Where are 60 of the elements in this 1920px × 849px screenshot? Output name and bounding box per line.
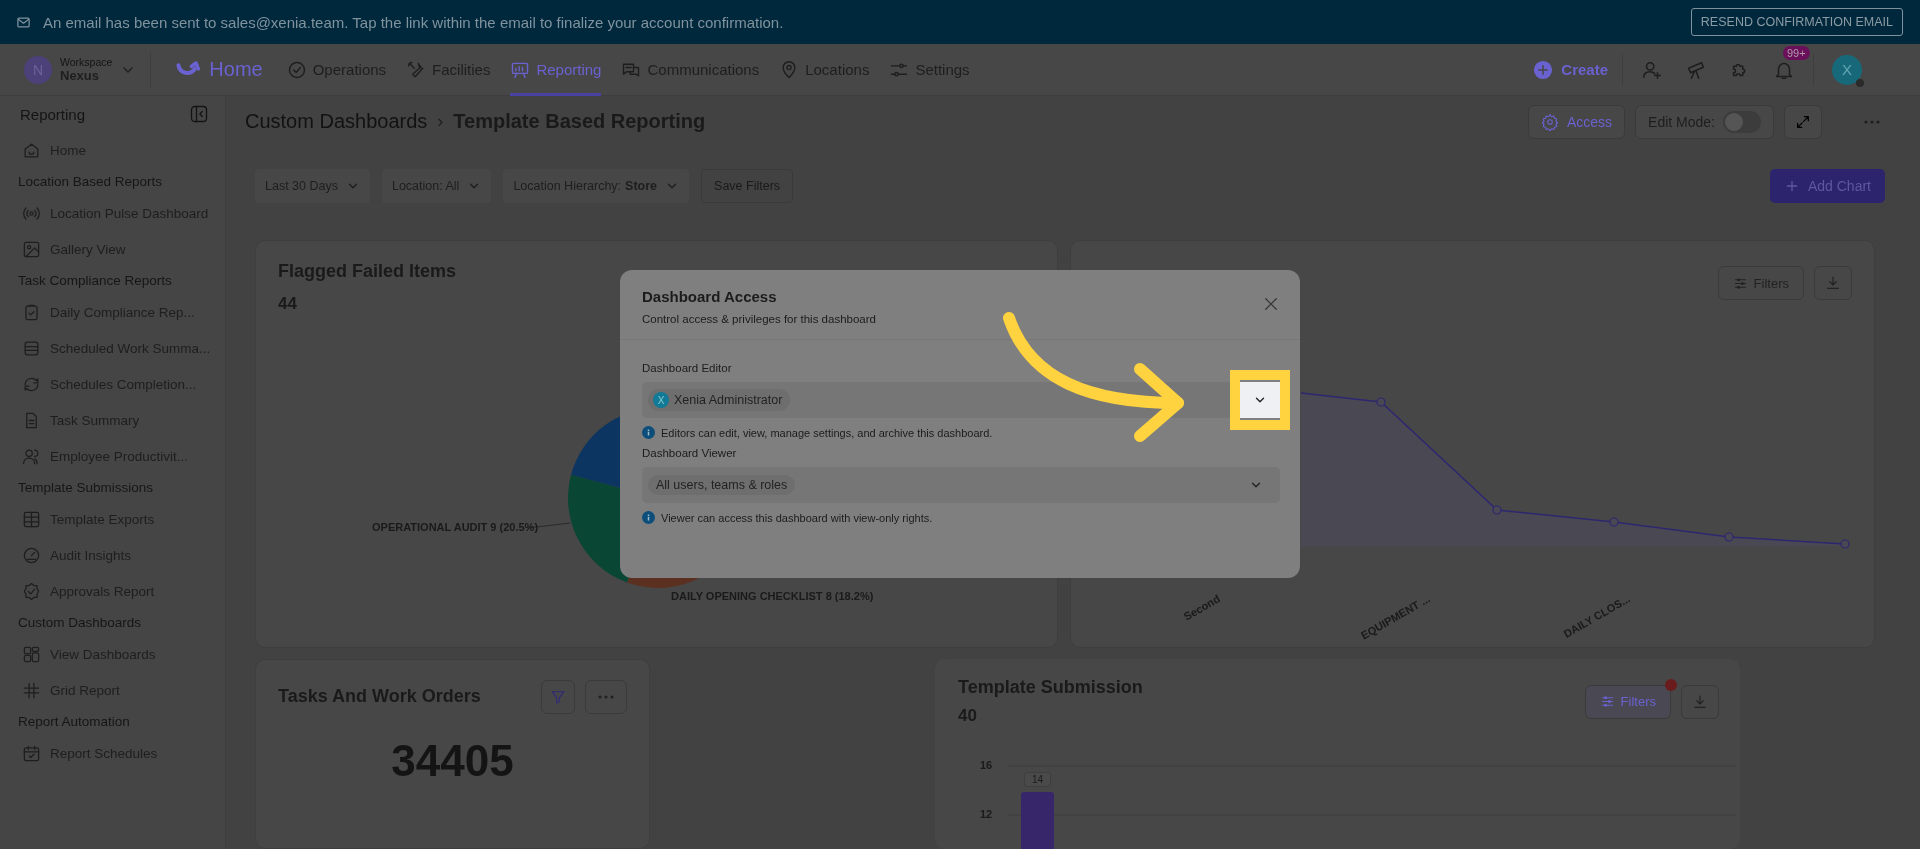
download-icon [1825,275,1841,292]
home-link[interactable]: Home [209,58,263,81]
nav-tab[interactable]: Reporting [510,43,602,96]
field-label: Dashboard Viewer [642,447,738,459]
download-button[interactable] [1814,266,1852,301]
check-badge-icon [22,581,41,601]
filters-button[interactable]: Filters [1584,684,1671,719]
calendar-icon [22,743,41,763]
breadcrumb-separator: › [437,111,444,133]
chip-avatar: X [653,392,669,408]
grid-icon [22,644,41,664]
notification-badge: 99+ [1783,45,1810,60]
data-point [1492,505,1502,515]
more-button[interactable] [585,679,627,714]
filter-sliders-icon [1732,275,1748,291]
field-label: Dashboard Editor [642,362,733,374]
access-button[interactable]: Access [1527,104,1626,139]
data-point [1840,539,1850,549]
filter-sliders-icon [1599,694,1615,710]
hash-icon [22,680,41,700]
selected-chip[interactable]: X Xenia Administrator [648,389,791,411]
banner-message: An email has been sent to sales@xenia.team. Tap the link within the email to finalize your account confirmation. [43,13,785,31]
mail-icon [16,14,31,30]
dialog-title: Dashboard Access [642,288,778,305]
expand-button[interactable] [1784,104,1822,139]
clear-filter-icon[interactable] [1665,678,1677,691]
data-point [1376,397,1386,407]
select-field[interactable]: X Xenia Administrator [642,382,1280,418]
user-avatar[interactable]: X [1832,54,1862,85]
check-circle-icon [286,59,307,80]
selected-chip[interactable]: All users, teams & roles [648,475,796,495]
resend-email-button[interactable]: RESEND CONFIRMATION EMAIL [1690,8,1903,36]
download-button[interactable] [1681,684,1719,719]
expand-icon [1795,113,1811,130]
close-icon [1262,295,1280,313]
collapse-sidebar-icon[interactable] [189,104,209,124]
data-point [1724,532,1734,542]
info-icon [642,426,655,439]
table-icon [22,509,41,529]
create-button[interactable]: Create [1533,53,1623,86]
data-point [1609,517,1619,527]
bar [1021,791,1054,849]
plus-circle-icon [1533,59,1554,80]
image-icon [22,239,41,259]
status-dot [1856,78,1864,87]
select-field[interactable]: All users, teams & roles [642,467,1280,503]
settings-icon [1540,112,1559,131]
more-icon[interactable] [1864,119,1880,124]
info-text: Editors can edit, view, manage settings, and archive this dashboard. [661,426,993,439]
gauge-icon [22,545,41,565]
filter-icon [550,688,566,705]
filter-button[interactable] [541,679,575,714]
download-icon [1692,693,1708,710]
dialog-subtitle: Control access & privileges for this dashboard [642,313,876,325]
info-text: Viewer can access this dashboard with view-only rights. [661,511,933,524]
toggle-switch[interactable] [1723,110,1761,133]
more-icon [598,694,614,699]
clipboard-check-icon [22,302,41,322]
dropdown-button[interactable] [1240,382,1280,418]
highlight-frame [1230,370,1290,430]
